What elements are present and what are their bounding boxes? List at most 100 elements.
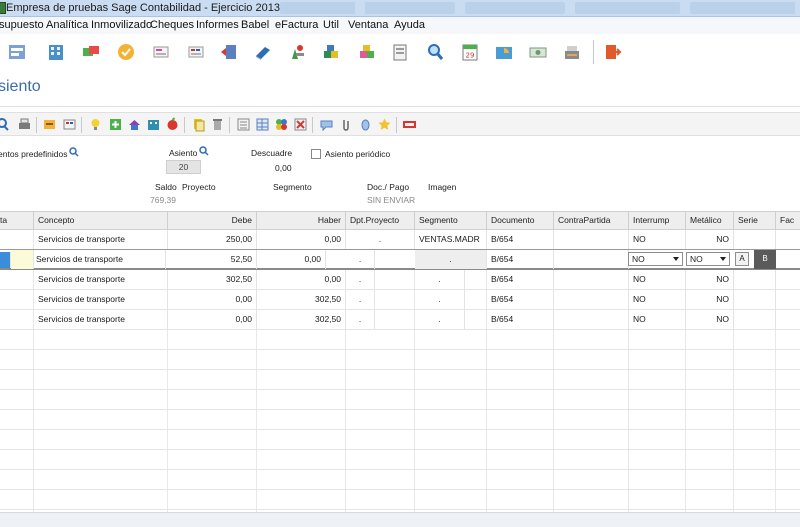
cell-dpt-proyecto[interactable]: . (346, 310, 375, 329)
empty-row[interactable] (0, 470, 800, 490)
invoice-icon[interactable] (150, 41, 172, 63)
print-icon[interactable] (17, 117, 32, 132)
empty-row[interactable] (0, 370, 800, 390)
cell-haber[interactable]: 0,00 (257, 270, 346, 289)
cell-concepto[interactable]: Servicios de transporte (34, 230, 168, 249)
menu-ayuda[interactable]: Ayuda (394, 19, 425, 31)
cell-haber[interactable]: 302,50 (257, 310, 346, 329)
empty-row[interactable] (0, 430, 800, 450)
cell-metalico[interactable]: NO (686, 290, 734, 309)
pie-chart-icon[interactable] (493, 41, 515, 63)
cell-haber[interactable]: 0,00 (257, 230, 346, 249)
menu-cheques[interactable]: Cheques (150, 19, 194, 31)
column-header-documento[interactable]: Documento (487, 212, 554, 230)
cell-contrapartida[interactable] (554, 230, 629, 249)
cell-debe[interactable]: 0,00 (168, 290, 257, 309)
add-icon[interactable] (108, 117, 123, 132)
cell-haber[interactable]: 302,50 (257, 290, 346, 309)
column-header-serie[interactable]: Serie (734, 212, 776, 230)
search-icon[interactable] (199, 146, 209, 156)
sales-icon[interactable] (6, 41, 28, 63)
exit-icon[interactable] (602, 41, 624, 63)
menu-analitica[interactable]: Analítica (46, 19, 88, 31)
bulb-icon[interactable] (88, 117, 103, 132)
books-icon[interactable] (252, 41, 274, 63)
cell-debe[interactable]: 0,00 (168, 310, 257, 329)
table-row[interactable]: Servicios de transporte 0,00 302,50 . . … (0, 310, 800, 330)
cell-debe[interactable]: 250,00 (168, 230, 257, 249)
cell-documento[interactable]: B/654 (487, 250, 554, 269)
table-row[interactable]: Servicios de transporte 0,00 302,50 . . … (0, 290, 800, 310)
empty-row[interactable] (0, 390, 800, 410)
cell-documento[interactable]: B/654 (487, 310, 554, 329)
cluster-icon[interactable] (274, 117, 289, 132)
cell-contrapartida[interactable] (554, 310, 629, 329)
cell-contrapartida[interactable] (554, 270, 629, 289)
cell-serie[interactable] (734, 310, 776, 329)
empty-row[interactable] (0, 450, 800, 470)
cell-contrapartida[interactable] (554, 290, 629, 309)
cell-documento[interactable]: B/654 (487, 230, 554, 249)
clip-icon[interactable] (358, 117, 373, 132)
column-header-debe[interactable]: Debe (168, 212, 257, 230)
delete-icon[interactable] (293, 117, 308, 132)
menu-babel[interactable]: Babel (241, 19, 269, 31)
empty-row[interactable] (0, 490, 800, 510)
cell-segmento[interactable]: . (415, 250, 487, 269)
cell-interrump[interactable]: NO (629, 310, 686, 329)
cell-dpt-proyecto[interactable]: . (346, 250, 375, 269)
column-header-haber[interactable]: Haber (257, 212, 346, 230)
interrump-dropdown[interactable]: NO (628, 252, 683, 266)
empty-row[interactable] (0, 350, 800, 370)
cell-concepto[interactable]: Servicios de transporte (32, 250, 166, 269)
serie-a-button[interactable]: A (735, 252, 749, 266)
cell-segmento[interactable]: . (415, 310, 465, 329)
tools-icon[interactable] (286, 41, 308, 63)
cell-concepto[interactable]: Servicios de transporte (34, 270, 168, 289)
periodic-entry-checkbox[interactable] (311, 149, 321, 159)
invoice-alt-icon[interactable] (185, 41, 207, 63)
cubes-alt-icon[interactable] (356, 41, 378, 63)
apple-icon[interactable] (165, 117, 180, 132)
cell-documento[interactable]: B/654 (487, 270, 554, 289)
house-icon[interactable] (127, 117, 142, 132)
cell-segmento[interactable]: VENTAS.MADR (415, 230, 487, 249)
cell-dpt-proyecto[interactable]: . (346, 230, 415, 249)
column-header-metalico[interactable]: Metálico (686, 212, 734, 230)
serie-b-button[interactable]: B (754, 250, 776, 269)
cell-interrump[interactable]: NO (629, 230, 686, 249)
search-icon[interactable] (424, 41, 446, 63)
building-icon[interactable] (45, 41, 67, 63)
column-header-factura[interactable]: Fac (776, 212, 800, 230)
asiento-number-field[interactable]: 20 (166, 160, 201, 174)
empty-row[interactable] (0, 330, 800, 350)
search-icon[interactable] (0, 117, 10, 132)
card-icon[interactable] (62, 117, 77, 132)
cell-debe[interactable]: 302,50 (168, 270, 257, 289)
cell-documento[interactable]: B/654 (487, 290, 554, 309)
column-header-dpt-proyecto[interactable]: Dpt.Proyecto (346, 212, 415, 230)
column-header-contrapartida[interactable]: ContraPartida (554, 212, 629, 230)
empty-row[interactable] (0, 410, 800, 430)
attach-icon[interactable] (338, 117, 353, 132)
column-header-concepto[interactable]: Concepto (34, 212, 168, 230)
trash-icon[interactable] (210, 117, 225, 132)
menu-efactura[interactable]: eFactura (275, 19, 318, 31)
menu-util[interactable]: Util (323, 19, 339, 31)
cell-serie[interactable] (734, 230, 776, 249)
cell-segmento[interactable]: . (415, 270, 465, 289)
star-icon[interactable] (377, 117, 392, 132)
cashier-icon[interactable] (561, 41, 583, 63)
cell-metalico[interactable]: NO (686, 230, 734, 249)
cubes-icon[interactable] (320, 41, 342, 63)
search-icon[interactable] (69, 147, 79, 157)
money-icon[interactable] (527, 41, 549, 63)
building-icon[interactable] (146, 117, 161, 132)
cell-concepto[interactable]: Servicios de transporte (34, 290, 168, 309)
table-icon[interactable] (255, 117, 270, 132)
flag-icon[interactable] (402, 117, 417, 132)
menu-ventana[interactable]: Ventana (348, 19, 388, 31)
cell-segmento[interactable]: . (415, 290, 465, 309)
book-arrow-icon[interactable] (218, 41, 240, 63)
cell-dpt-proyecto[interactable]: . (346, 270, 375, 289)
